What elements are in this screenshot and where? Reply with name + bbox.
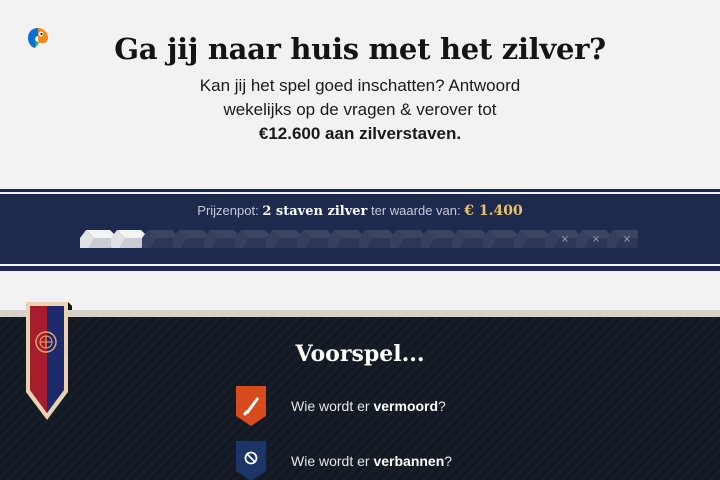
question-murdered-text: Wie wordt er vermoord? [291, 398, 446, 414]
intro-highlight: €12.600 aan zilverstaven. [258, 124, 462, 143]
question-banished-text: Wie wordt er verbannen? [291, 453, 452, 469]
question-banished-suffix: ? [444, 453, 453, 469]
silver-bar-empty: × [607, 230, 638, 248]
locked-bar-cross-icon: × [623, 234, 631, 245]
predict-heading: Voorspel... [295, 341, 425, 367]
locked-bar-cross-icon: × [592, 234, 600, 245]
prize-pot-amount: 2 staven zilver [262, 204, 368, 219]
question-murdered[interactable]: Wie wordt er vermoord? [236, 386, 536, 426]
question-banished-keyword: verbannen [373, 453, 445, 469]
locked-bar-cross-icon: × [561, 234, 569, 245]
prize-pot-value: € 1.400 [464, 203, 523, 219]
question-banished[interactable]: Wie wordt er verbannen? [236, 441, 536, 480]
silver-bars-progress: × × × [80, 230, 638, 248]
hero-section: Ga jij naar huis met het zilver? Kan jij… [0, 32, 720, 146]
knife-icon [236, 386, 266, 426]
question-murdered-suffix: ? [438, 398, 446, 414]
intro-line-1: Kan jij het spel goed inschatten? Antwoo… [199, 76, 521, 95]
band-top-line [0, 192, 720, 194]
banned-icon [236, 441, 266, 480]
question-murdered-prefix: Wie wordt er [291, 398, 374, 414]
question-murdered-keyword: vermoord [373, 398, 439, 414]
prize-pot-value-label: ter waarde van: [371, 203, 461, 218]
intro-text: Kan jij het spel goed inschatten? Antwoo… [0, 74, 720, 146]
intro-line-2: wekelijks op de vragen & verover tot [223, 100, 497, 119]
question-banished-prefix: Wie wordt er [291, 453, 374, 469]
prize-pot-text: Prijzenpot: 2 staven zilver ter waarde v… [0, 203, 720, 219]
prize-pot-label: Prijzenpot: [197, 203, 259, 218]
band-bottom-line [0, 264, 720, 266]
page-title: Ga jij naar huis met het zilver? [114, 32, 606, 66]
